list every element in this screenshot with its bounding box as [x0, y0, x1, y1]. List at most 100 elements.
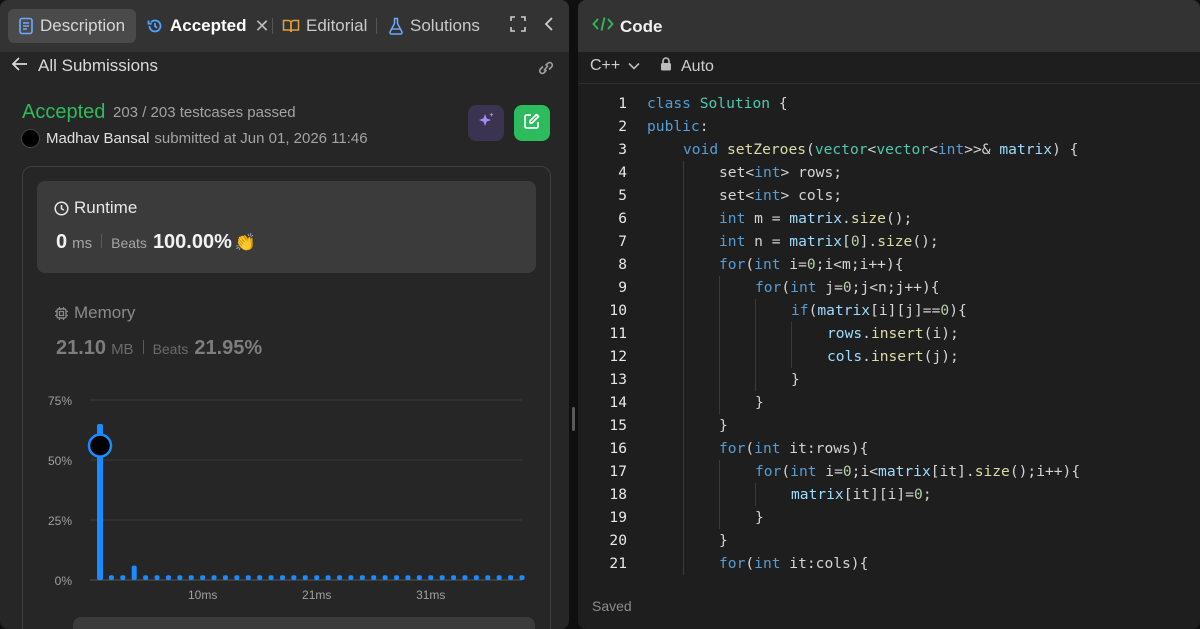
code-panel: Code C++ Auto 1 class Solution {2 public: 3…: [578, 0, 1200, 629]
runtime-card[interactable]: [37, 181, 536, 273]
code-line[interactable]: 2 public:: [578, 115, 1200, 138]
code-line[interactable]: 19}: [578, 506, 1200, 529]
chart-bar: [131, 565, 137, 580]
submission-time: submitted at Jun 01, 2026 11:46: [154, 130, 368, 147]
memory-beats-value: 21.95%: [194, 337, 263, 359]
tab-editorial[interactable]: Editorial: [282, 9, 367, 43]
chart-bar: [245, 575, 251, 580]
code-line[interactable]: 16 for(int it:rows){: [578, 437, 1200, 460]
code-line[interactable]: 5 set<int> cols;: [578, 184, 1200, 207]
code-line[interactable]: 6 int m = matrix.size();: [578, 207, 1200, 230]
document-icon: [18, 17, 34, 35]
memory-title[interactable]: Memory: [54, 303, 135, 323]
line-number: 18: [609, 486, 627, 503]
chart-bar: [394, 575, 400, 580]
line-number: 16: [609, 440, 627, 457]
all-submissions-label: All Submissions: [38, 56, 158, 75]
chart-bar: [234, 575, 240, 580]
code-line[interactable]: 17 for(int i=0;i<matrix[it].size();i++){: [578, 460, 1200, 483]
tab-solutions[interactable]: Solutions: [388, 9, 480, 43]
code-line[interactable]: 1 class Solution {: [578, 92, 1200, 115]
code-line[interactable]: 8 for(int i=0;i<m;i++){: [578, 253, 1200, 276]
tab-description[interactable]: Description: [8, 9, 136, 43]
y-tick-label: 0%: [55, 574, 73, 588]
y-tick-label: 50%: [48, 454, 72, 468]
close-icon[interactable]: ✕: [255, 16, 270, 37]
code-line[interactable]: 9 for(int j=0;j<n;j++){: [578, 276, 1200, 299]
code-line[interactable]: 4 set<int> rows;: [578, 161, 1200, 184]
code-editor[interactable]: 1 class Solution {2 public: 3 void setZeroes…: [578, 92, 1200, 578]
fullscreen-icon[interactable]: [510, 16, 526, 37]
code-title: Code: [592, 16, 663, 37]
code-line[interactable]: 15}: [578, 414, 1200, 437]
code-text: cols.insert(j);: [827, 348, 959, 365]
avatar[interactable]: [21, 129, 40, 148]
chart-bar: [211, 575, 217, 580]
arrow-left-icon: [11, 56, 28, 76]
chart-bar: [154, 575, 160, 580]
indent-guide: [791, 345, 792, 368]
chart-bar: [462, 575, 468, 580]
submission-panel: Description Accepted ✕ Editorial Solutio…: [0, 0, 569, 629]
chart-bar: [314, 575, 320, 580]
submission-status: Accepted: [22, 101, 106, 123]
indent-guide: [719, 345, 720, 368]
line-number: 5: [618, 187, 627, 204]
code-line[interactable]: 3 void setZeroes(vector<vector<int>>& mat…: [578, 138, 1200, 161]
indent-guide: [683, 322, 684, 345]
chart-bar: [382, 575, 388, 580]
submitter-name[interactable]: Madhav Bansal: [46, 130, 149, 147]
memory-value: 21.10: [56, 337, 107, 359]
code-line[interactable]: 12 cols.insert(j);: [578, 345, 1200, 368]
runtime-title-label: Runtime: [74, 198, 138, 217]
chart-bar: [222, 575, 228, 580]
resize-handle[interactable]: [572, 407, 575, 431]
code-line[interactable]: 10 if(matrix[i][j]==0){: [578, 299, 1200, 322]
all-submissions-link[interactable]: All Submissions: [11, 56, 158, 76]
x-tick-label: 21ms: [302, 588, 331, 602]
line-number: 13: [609, 371, 627, 388]
edit-notes-button[interactable]: [514, 105, 550, 141]
chart-bar: [165, 575, 171, 580]
runtime-beats-label: Beats: [111, 235, 147, 251]
language-label: C++: [590, 57, 621, 74]
distribution-chart[interactable]: 75% 50% 25% 0% 10ms 21ms 31ms: [30, 380, 540, 610]
code-text: }: [791, 371, 800, 388]
line-number: 10: [609, 302, 627, 319]
tab-accepted[interactable]: Accepted ✕: [146, 9, 270, 43]
chart-bar: [359, 575, 365, 580]
indent-guide: [755, 483, 756, 506]
code-line[interactable]: 18 matrix[it][i]=0;: [578, 483, 1200, 506]
auto-mode-toggle[interactable]: Auto: [660, 57, 714, 76]
code-text: rows.insert(i);: [827, 325, 959, 342]
code-text: }: [719, 417, 728, 434]
code-line[interactable]: 13}: [578, 368, 1200, 391]
editor-toolbar: C++ Auto: [578, 52, 1200, 84]
code-line[interactable]: 21 for(int it:cols){: [578, 552, 1200, 575]
code-line[interactable]: 11 rows.insert(i);: [578, 322, 1200, 345]
line-number: 15: [609, 417, 627, 434]
y-tick-label: 75%: [48, 394, 72, 408]
link-icon[interactable]: [536, 60, 556, 81]
code-text: void setZeroes(vector<vector<int>>& matr…: [683, 141, 1079, 158]
chip-icon: [54, 306, 69, 321]
indent-guide: [719, 368, 720, 391]
ai-analyze-button[interactable]: [468, 105, 504, 141]
indent-guide: [683, 437, 684, 460]
language-select[interactable]: C++: [590, 57, 640, 75]
code-text: }: [719, 532, 728, 549]
indent-guide: [683, 161, 684, 184]
indent-guide: [683, 529, 684, 552]
code-line[interactable]: 14}: [578, 391, 1200, 414]
code-text: if(matrix[i][j]==0){: [791, 302, 967, 319]
indent-guide: [683, 207, 684, 230]
chart-bar: [279, 575, 285, 580]
submitter-row: Madhav Bansal submitted at Jun 01, 2026 …: [21, 129, 368, 148]
indent-guide: [683, 552, 684, 575]
indent-guide: [755, 299, 756, 322]
code-line[interactable]: 7 int n = matrix[0].size();: [578, 230, 1200, 253]
collapse-icon[interactable]: [543, 16, 555, 37]
line-number: 19: [609, 509, 627, 526]
x-tick-label: 10ms: [188, 588, 217, 602]
code-line[interactable]: 20}: [578, 529, 1200, 552]
